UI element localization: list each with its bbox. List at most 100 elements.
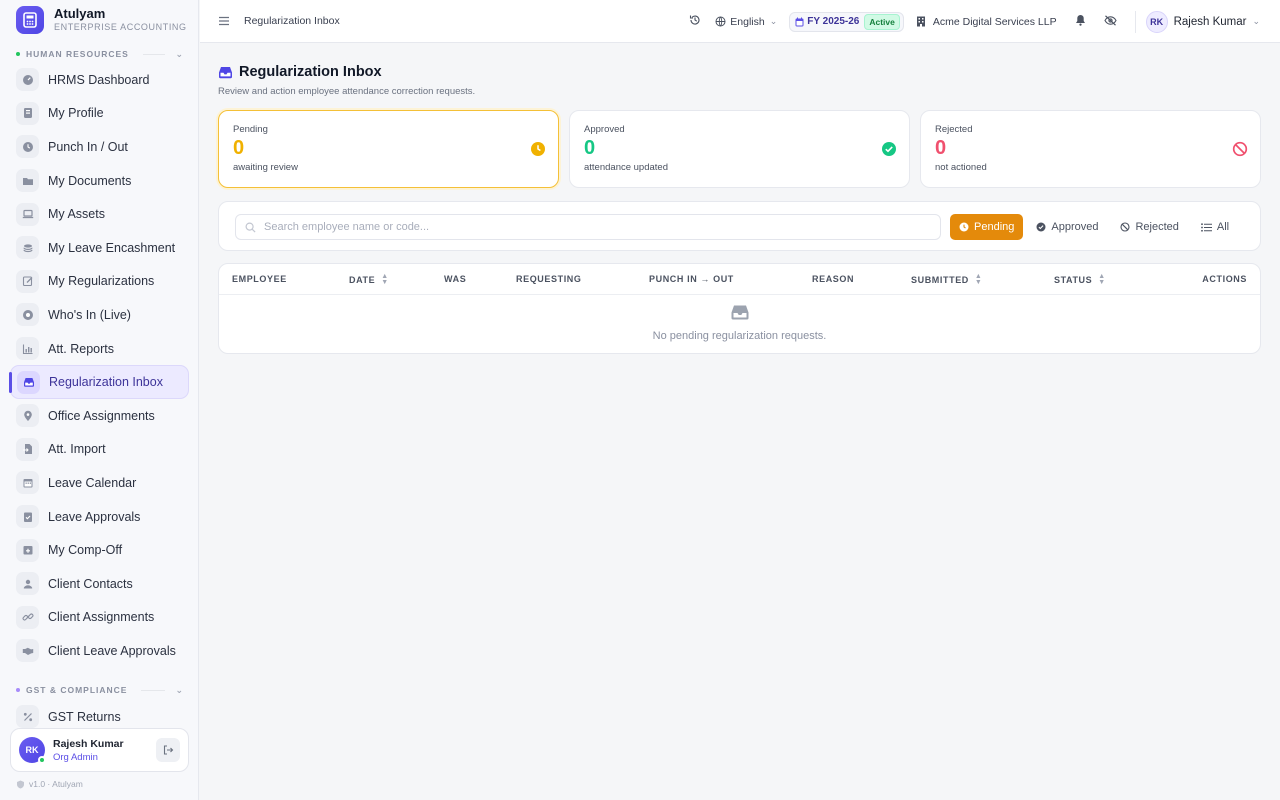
tab-label: Pending	[974, 221, 1015, 233]
sidebar-item-label: Office Assignments	[48, 408, 155, 423]
bell-icon	[1075, 14, 1085, 26]
logout-button[interactable]	[156, 738, 180, 762]
sidebar-item-label: My Profile	[48, 106, 104, 121]
chevron-down-icon: ⌄	[769, 16, 778, 26]
sidebar-item-leave-calendar[interactable]: Leave Calendar	[10, 466, 189, 500]
column-label: STATUS	[1054, 275, 1093, 285]
brand-subtitle: ENTERPRISE ACCOUNTING	[54, 22, 187, 32]
tab-label: Rejected	[1135, 221, 1179, 233]
sidebar: Atulyam ENTERPRISE ACCOUNTING HUMAN RESO…	[0, 0, 199, 800]
column-reason: REASON	[812, 274, 854, 284]
sidebar-item-label: Att. Import	[48, 442, 106, 457]
sort-icon: ▲ ▼	[381, 273, 389, 286]
column-submitted[interactable]: SUBMITTED ▲ ▼	[911, 273, 983, 286]
sidebar-item-label: My Assets	[48, 207, 105, 222]
column-requesting: REQUESTING	[516, 274, 582, 284]
calendar-icon	[16, 471, 39, 495]
sidebar-item-who-s-in-live[interactable]: Who's In (Live)	[10, 298, 189, 332]
search-input[interactable]	[264, 215, 934, 239]
company-select[interactable]: Acme Digital Services LLP	[916, 16, 1057, 28]
sidebar-item-punch-in-out[interactable]: Punch In / Out	[10, 130, 189, 164]
sidebar-item-label: Leave Calendar	[48, 475, 137, 490]
sort-icon: ▲ ▼	[974, 273, 983, 286]
sidebar-item-client-contacts[interactable]: Client Contacts	[10, 567, 189, 601]
avatar: RK	[19, 737, 46, 764]
user-name: Rajesh Kumar	[1173, 15, 1247, 28]
sidebar-item-client-leave-approvals[interactable]: Client Leave Approvals	[10, 634, 189, 668]
tab-pending[interactable]: Pending	[950, 214, 1024, 240]
inbox-icon	[219, 66, 232, 78]
list-icon	[1200, 222, 1212, 232]
check-circle-icon	[881, 141, 897, 162]
tab-rejected[interactable]: Rejected	[1111, 214, 1187, 240]
handshake-icon	[16, 639, 39, 663]
sidebar-item-label: My Documents	[48, 173, 132, 188]
sidebar-item-hrms-dashboard[interactable]: HRMS Dashboard	[10, 63, 189, 97]
menu-toggle-button[interactable]	[218, 14, 230, 32]
sidebar-item-label: GST Returns	[48, 709, 121, 724]
sidebar-item-my-regularizations[interactable]: My Regularizations	[10, 265, 189, 299]
notifications-button[interactable]	[1075, 13, 1086, 31]
tab-all[interactable]: All	[1192, 214, 1238, 240]
stat-description: awaiting review	[233, 162, 298, 173]
fiscal-year-select[interactable]: FY 2025-26 Active	[789, 11, 904, 32]
stat-card-pending[interactable]: Pending 0 awaiting review	[218, 110, 559, 188]
column-label: REASON	[812, 274, 855, 284]
language-label: English	[730, 15, 765, 28]
clock-icon	[959, 222, 969, 232]
sidebar-item-att-import[interactable]: Att. Import	[10, 433, 189, 467]
sidebar-item-label: Regularization Inbox	[49, 375, 163, 390]
column-actions: ACTIONS	[1202, 274, 1247, 284]
ban-icon	[1232, 141, 1248, 162]
column-status[interactable]: STATUS ▲ ▼	[1054, 273, 1106, 286]
sidebar-user-card[interactable]: RK Rajesh Kumar Org Admin	[10, 728, 189, 772]
fiscal-year-status-badge: Active	[864, 13, 900, 30]
calendar-plus-icon	[16, 538, 39, 562]
section-human-resources[interactable]: HUMAN RESOURCES ⌄	[16, 48, 184, 60]
column-punch-in-out: PUNCH IN → OUT	[649, 274, 734, 284]
sidebar-item-client-assignments[interactable]: Client Assignments	[10, 601, 189, 635]
edit-icon	[16, 269, 39, 293]
table-header: EMPLOYEE DATE ▲ ▼ WAS REQUESTING PUNCH IN …	[219, 264, 1260, 295]
column-label: EMPLOYEE	[232, 274, 287, 284]
sidebar-item-label: Client Contacts	[48, 576, 133, 591]
folder-icon	[16, 169, 39, 193]
calculator-icon	[16, 6, 44, 34]
sidebar-item-label: My Regularizations	[48, 274, 155, 289]
stat-card-rejected[interactable]: Rejected 0 not actioned	[920, 110, 1261, 188]
sidebar-item-my-documents[interactable]: My Documents	[10, 164, 189, 198]
sidebar-item-my-profile[interactable]: My Profile	[10, 97, 189, 131]
breadcrumb[interactable]: Regularization Inbox	[244, 15, 340, 27]
percent-icon	[16, 705, 39, 729]
sidebar-item-my-leave-encashment[interactable]: My Leave Encashment	[10, 231, 189, 265]
language-select[interactable]: English ⌄	[715, 16, 777, 28]
sort-icon: ▲ ▼	[1098, 273, 1106, 286]
sidebar-item-att-reports[interactable]: Att. Reports	[10, 332, 189, 366]
sidebar-item-my-comp-off[interactable]: My Comp-Off	[10, 533, 189, 567]
empty-state: No pending regularization requests.	[219, 304, 1260, 342]
sidebar-item-leave-approvals[interactable]: Leave Approvals	[10, 500, 189, 534]
hamburger-icon	[219, 16, 229, 26]
sidebar-item-office-assignments[interactable]: Office Assignments	[10, 399, 189, 433]
sidebar-item-regularization-inbox[interactable]: Regularization Inbox	[9, 365, 189, 399]
file-import-icon	[16, 437, 39, 461]
sidebar-item-my-assets[interactable]: My Assets	[10, 197, 189, 231]
history-button[interactable]	[689, 13, 701, 31]
user-menu[interactable]: RK Rajesh Kumar ⌄	[1145, 10, 1260, 33]
sidebar-item-label: Client Leave Approvals	[48, 643, 176, 658]
section-gst-compliance[interactable]: GST & COMPLIANCE ⌄	[16, 684, 184, 696]
search-icon	[245, 222, 256, 233]
column-label: ACTIONS	[1202, 274, 1247, 284]
privacy-toggle-button[interactable]	[1103, 13, 1117, 31]
online-status-dot	[38, 756, 46, 764]
tab-approved[interactable]: Approved	[1027, 214, 1107, 240]
section-label: HUMAN RESOURCES	[26, 49, 129, 59]
column-label: WAS	[444, 274, 467, 284]
brand[interactable]: Atulyam ENTERPRISE ACCOUNTING	[16, 6, 187, 34]
stat-card-approved[interactable]: Approved 0 attendance updated	[569, 110, 910, 188]
sidebar-item-label: Leave Approvals	[48, 509, 141, 524]
column-date[interactable]: DATE ▲ ▼	[349, 273, 389, 286]
column-label: PUNCH IN → OUT	[649, 274, 734, 284]
building-icon	[916, 16, 925, 27]
sidebar-item-label: HRMS Dashboard	[48, 72, 150, 87]
